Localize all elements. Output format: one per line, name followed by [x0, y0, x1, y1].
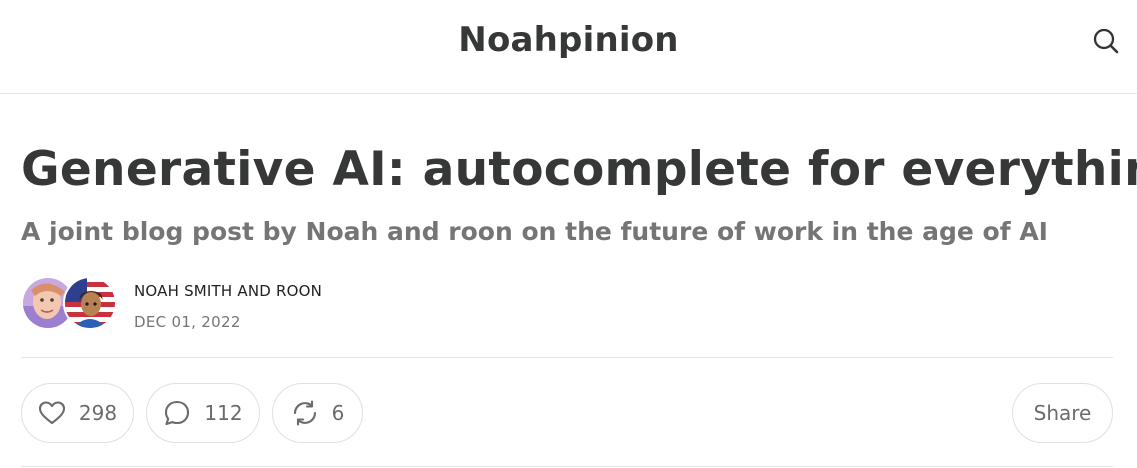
- post-subtitle: A joint blog post by Noah and roon on th…: [21, 217, 1048, 246]
- post-date: DEC 01, 2022: [134, 313, 241, 331]
- divider-bottom: [21, 466, 1113, 467]
- author-avatars[interactable]: [21, 276, 121, 332]
- restack-count: 6: [331, 401, 345, 425]
- like-button[interactable]: 298: [21, 383, 134, 443]
- share-button[interactable]: Share: [1012, 383, 1113, 443]
- search-icon: [1093, 28, 1119, 54]
- post-byline: NOAH SMITH AND ROON DEC 01, 2022: [134, 282, 322, 331]
- post-title: Generative AI: autocomplete for everythi…: [21, 142, 1137, 197]
- avatar-roon[interactable]: [63, 276, 117, 330]
- divider-top: [21, 357, 1113, 358]
- site-title[interactable]: Noahpinion: [0, 20, 1137, 60]
- comment-count: 112: [204, 401, 243, 425]
- top-navigation-bar: Noahpinion: [0, 0, 1137, 94]
- comment-icon: [165, 400, 190, 426]
- comment-button[interactable]: 112: [146, 383, 260, 443]
- restack-button[interactable]: 6: [272, 383, 363, 443]
- restack-icon: [293, 400, 316, 426]
- heart-icon: [38, 401, 65, 425]
- search-button[interactable]: [1091, 26, 1121, 56]
- like-count: 298: [78, 401, 118, 425]
- post-authors[interactable]: NOAH SMITH AND ROON: [134, 282, 322, 300]
- share-label: Share: [1033, 401, 1092, 425]
